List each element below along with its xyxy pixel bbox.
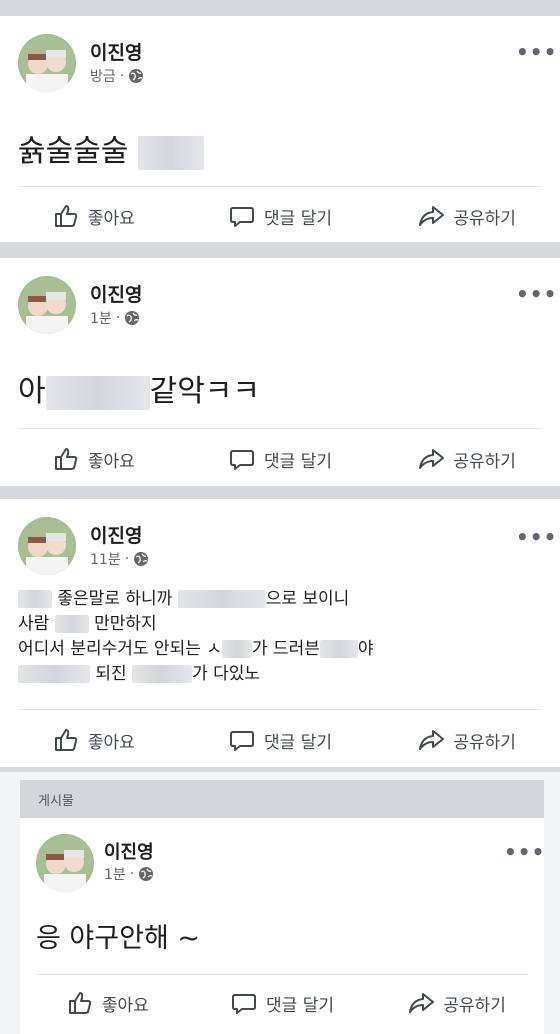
share-button[interactable]: 공유하기 [373,439,560,479]
post-meta: 11분 · [90,549,149,569]
more-options-icon[interactable]: ••• [504,840,545,864]
globe-icon [139,867,154,881]
blurred-text [132,665,193,683]
share-icon [409,993,435,1013]
post-meta: 방금 · [90,66,144,86]
avatar[interactable] [18,276,76,334]
post-text: 좋은말로 하니까 으로 보이니 사람 만만하지 어디서 분리수거도 안되는 ㅅ가… [18,587,374,687]
author-name[interactable]: 이진영 [90,280,142,307]
more-options-icon[interactable]: ••• [516,525,557,549]
blurred-text [18,665,90,683]
avatar[interactable] [36,834,94,892]
post-text: 응 야구안해 ~ [36,923,200,954]
like-button[interactable]: 좋아요 [20,983,195,1023]
share-icon [419,206,445,226]
avatar[interactable] [18,34,76,92]
thumbs-up-icon [54,205,78,227]
shared-post-body: 이진영 1분 · ••• 응 야구안해 ~ 좋아요 댓글 달기 공유하기 [20,818,544,1034]
comment-icon [230,450,255,470]
share-icon [419,449,445,469]
author-name[interactable]: 이진영 [90,521,142,548]
comment-button[interactable]: 댓글 달기 [187,196,374,236]
blurred-text [177,590,266,608]
separator: · [115,310,121,326]
post-actions: 좋아요 댓글 달기 공유하기 [0,196,560,236]
share-icon [419,730,445,750]
like-button[interactable]: 좋아요 [0,196,187,236]
thumbs-up-icon [54,729,78,751]
separator: · [119,68,125,84]
separator: · [129,866,135,882]
post-time[interactable]: 1분 [104,864,126,884]
avatar[interactable] [18,517,76,575]
post-time[interactable]: 방금 [90,66,116,86]
divider [18,428,542,429]
post-text: 슑술술술 [18,126,204,170]
author-name[interactable]: 이진영 [104,838,154,864]
blurred-text [221,640,252,658]
post-actions: 좋아요 댓글 달기 공유하기 [0,720,560,760]
author-name[interactable]: 이진영 [90,38,142,65]
more-options-icon[interactable]: ••• [516,282,557,306]
post-card: 이진영 11분 · ••• 좋은말로 하니까 으로 보이니 사람 만만하지 어디… [0,499,560,767]
post-time[interactable]: 1분 [90,308,112,328]
post-time[interactable]: 11분 [90,549,121,569]
share-button[interactable]: 공유하기 [369,983,544,1023]
post-card: 이진영 방금 · ••• 슑술술술 좋아요 댓글 달기 공유하기 [0,16,560,242]
share-button[interactable]: 공유하기 [373,720,560,760]
post-actions: 좋아요 댓글 달기 공유하기 [0,439,560,479]
comment-icon [230,731,255,751]
post-line: 사람 만만하지 [18,614,157,634]
divider [18,186,542,187]
shared-post-label: 게시물 [38,794,74,809]
globe-icon [129,69,144,83]
post-text: 아 같악ㅋㅋ [18,374,261,410]
post-line: 어디서 분리수거도 안되는 ㅅ가 드러븐 야 [18,639,374,659]
thumbs-up-icon [54,448,78,470]
post-line: 좋은말로 하니까 으로 보이니 [18,587,374,612]
post-actions: 좋아요 댓글 달기 공유하기 [20,983,544,1023]
globe-icon [134,552,149,566]
like-button[interactable]: 좋아요 [0,720,187,760]
comment-icon [230,207,255,227]
divider [36,974,528,975]
post-meta: 1분 · [104,864,154,884]
comment-button[interactable]: 댓글 달기 [187,720,374,760]
blurred-text [18,590,52,608]
shared-post-card: 게시물 이진영 1분 · ••• 응 야구안해 ~ 좋아요 댓글 달기 공유하기 [0,772,560,1034]
comment-button[interactable]: 댓글 달기 [187,439,374,479]
comment-button[interactable]: 댓글 달기 [195,983,370,1023]
post-meta: 1분 · [90,308,140,328]
thumbs-up-icon [68,992,92,1014]
more-options-icon[interactable]: ••• [516,40,557,64]
share-button[interactable]: 공유하기 [373,196,560,236]
separator: · [124,551,130,567]
blurred-text [319,640,358,658]
post-card: 이진영 1분 · ••• 아 같악ㅋㅋ 좋아요 댓글 달기 공유하기 [0,258,560,486]
post-line: 되진 가 다있노 [18,662,374,687]
divider [18,709,542,710]
globe-icon [125,311,140,325]
like-button[interactable]: 좋아요 [0,439,187,479]
shared-post-header: 게시물 [20,780,544,818]
blurred-text [137,135,204,170]
blurred-text [45,375,150,410]
comment-icon [232,994,257,1014]
blurred-text [54,615,89,633]
